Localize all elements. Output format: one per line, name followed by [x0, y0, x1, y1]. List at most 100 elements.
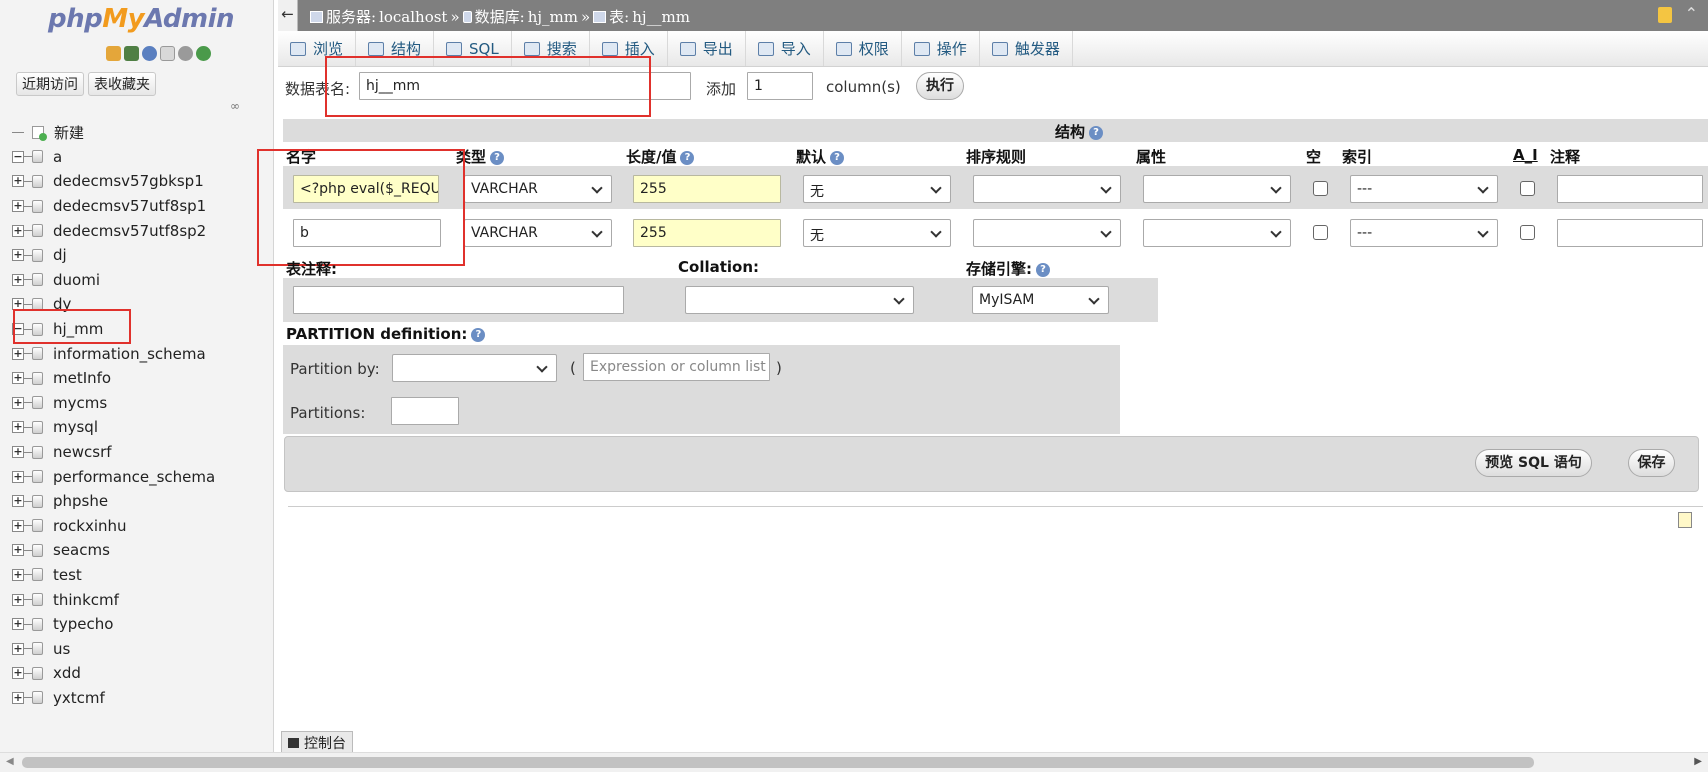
column-collation-select[interactable] — [973, 175, 1121, 203]
tree-item-performance-schema[interactable]: + performance_schema — [12, 464, 215, 489]
breadcrumb-server[interactable]: localhost — [379, 8, 447, 26]
column-ai-checkbox[interactable] — [1520, 225, 1535, 240]
tree-item-typecho[interactable]: + typecho — [12, 612, 215, 637]
help-icon[interactable] — [142, 46, 157, 61]
phpmyadmin-logo[interactable]: phpMyAdmin — [48, 4, 235, 34]
tree-item-duomi[interactable]: + duomi — [12, 268, 215, 293]
partitions-count-input[interactable] — [391, 397, 459, 425]
expand-icon[interactable]: + — [12, 667, 24, 680]
recent-tables-button[interactable]: 近期访问 — [16, 72, 84, 96]
scroll-left-icon[interactable]: ◀ — [6, 756, 14, 767]
table-collation-select[interactable] — [685, 286, 914, 314]
column-default-select[interactable]: 无 — [803, 219, 951, 247]
tab-operations[interactable]: 操作 — [902, 31, 980, 66]
tree-item-test[interactable]: + test — [12, 563, 215, 588]
expand-icon[interactable]: + — [12, 175, 24, 188]
lock-icon[interactable] — [1658, 7, 1672, 23]
tab-search[interactable]: 搜索 — [512, 31, 590, 66]
tree-item-label[interactable]: a — [53, 148, 62, 166]
scroll-top-icon[interactable]: ⌃ — [1685, 4, 1698, 23]
collapse-icon[interactable]: − — [12, 323, 24, 336]
tree-item-label[interactable]: dj — [53, 246, 67, 264]
tree-item-information-schema[interactable]: + information_schema — [12, 341, 215, 366]
column-index-select[interactable]: --- — [1350, 175, 1498, 203]
tree-item-metinfo[interactable]: + metInfo — [12, 366, 215, 391]
docs-icon[interactable] — [160, 46, 175, 61]
tree-item-label[interactable]: yxtcmf — [53, 689, 105, 707]
column-comment-input[interactable] — [1557, 175, 1703, 203]
tree-item-label[interactable]: typecho — [53, 615, 113, 633]
scroll-right-icon[interactable]: ▶ — [1694, 756, 1702, 767]
settings-icon[interactable] — [178, 46, 193, 61]
save-button[interactable]: 保存 — [1628, 449, 1675, 477]
help-icon[interactable]: ? — [1036, 262, 1050, 277]
tree-item-label[interactable]: seacms — [53, 541, 110, 559]
column-attributes-select[interactable] — [1143, 219, 1291, 247]
expand-icon[interactable]: + — [12, 249, 24, 262]
tree-item-label[interactable]: dedecmsv57utf8sp2 — [53, 222, 206, 240]
tree-item-label[interactable]: metInfo — [53, 369, 111, 387]
expand-icon[interactable]: + — [12, 642, 24, 655]
expand-icon[interactable]: + — [12, 273, 24, 286]
collapse-icon[interactable]: − — [12, 150, 24, 163]
tree-item-label[interactable]: mycms — [53, 394, 107, 412]
column-length-input[interactable]: 255 — [633, 219, 781, 247]
tab-sql[interactable]: SQL — [434, 31, 512, 66]
column-null-checkbox[interactable] — [1313, 225, 1328, 240]
tree-item-label[interactable]: rockxinhu — [53, 517, 127, 535]
tree-item-newcsrf[interactable]: + newcsrf — [12, 440, 215, 465]
reload-icon[interactable] — [196, 46, 211, 61]
tree-item-rockxinhu[interactable]: + rockxinhu — [12, 514, 215, 539]
console-tab[interactable]: 控制台 — [281, 731, 353, 753]
tree-item-label[interactable]: us — [53, 640, 70, 658]
expand-icon[interactable]: + — [12, 495, 24, 508]
help-icon[interactable]: ? — [490, 150, 505, 165]
tree-item-label[interactable]: thinkcmf — [53, 591, 119, 609]
tree-item-mycms[interactable]: + mycms — [12, 391, 215, 416]
tree-item-dy[interactable]: + dy — [12, 292, 215, 317]
tree-item-dedecmsv57utf8sp2[interactable]: + dedecmsv57utf8sp2 — [12, 218, 215, 243]
tree-item-yxtcmf[interactable]: + yxtcmf — [12, 686, 215, 711]
breadcrumb-table[interactable]: hj__mm — [632, 8, 690, 26]
tree-item-new[interactable]: 新建 — [12, 120, 215, 145]
expand-icon[interactable]: + — [12, 347, 24, 360]
expand-icon[interactable]: + — [12, 421, 24, 434]
column-ai-checkbox[interactable] — [1520, 181, 1535, 196]
favorite-tables-button[interactable]: 表收藏夹 — [88, 72, 156, 96]
column-comment-input[interactable] — [1557, 219, 1703, 247]
link-with-main-panel-icon[interactable]: ∞ — [230, 99, 240, 113]
tab-triggers[interactable]: 触发器 — [980, 31, 1073, 66]
expand-icon[interactable]: + — [12, 568, 24, 581]
tree-item-us[interactable]: + us — [12, 636, 215, 661]
tree-item-dedecmsv57utf8sp1[interactable]: + dedecmsv57utf8sp1 — [12, 194, 215, 219]
help-icon[interactable]: ? — [471, 327, 486, 342]
help-icon[interactable]: ? — [830, 150, 845, 165]
tab-privileges[interactable]: 权限 — [824, 31, 902, 66]
tree-item-label[interactable]: newcsrf — [53, 443, 112, 461]
expand-icon[interactable]: + — [12, 544, 24, 557]
tab-insert[interactable]: 插入 — [590, 31, 668, 66]
expand-icon[interactable]: + — [12, 200, 24, 213]
column-null-checkbox[interactable] — [1313, 181, 1328, 196]
breadcrumb-db[interactable]: hj_mm — [528, 8, 578, 26]
expand-icon[interactable]: + — [12, 224, 24, 237]
tree-item-label[interactable]: performance_schema — [53, 468, 215, 486]
tree-item-hj-mm[interactable]: − hj_mm — [12, 317, 215, 342]
horizontal-scrollbar[interactable]: ◀ ▶ — [0, 752, 1708, 772]
expand-icon[interactable]: + — [12, 618, 24, 631]
preview-sql-button[interactable]: 预览 SQL 语句 — [1475, 449, 1592, 477]
tab-export[interactable]: 导出 — [668, 31, 746, 66]
add-columns-count-input[interactable]: 1 — [747, 72, 813, 100]
tree-item-thinkcmf[interactable]: + thinkcmf — [12, 587, 215, 612]
tree-item-label[interactable]: dedecmsv57gbksp1 — [53, 172, 204, 190]
tree-item-phpshe[interactable]: + phpshe — [12, 489, 215, 514]
column-collation-select[interactable] — [973, 219, 1121, 247]
expand-icon[interactable]: + — [12, 372, 24, 385]
help-icon[interactable]: ? — [1089, 125, 1104, 140]
table-name-input[interactable]: hj__mm — [359, 72, 691, 100]
notes-icon[interactable] — [1678, 512, 1692, 528]
tree-item-xdd[interactable]: + xdd — [12, 661, 215, 686]
scrollbar-thumb[interactable] — [22, 757, 1534, 768]
go-button[interactable]: 执行 — [916, 72, 964, 100]
tree-item-seacms[interactable]: + seacms — [12, 538, 215, 563]
